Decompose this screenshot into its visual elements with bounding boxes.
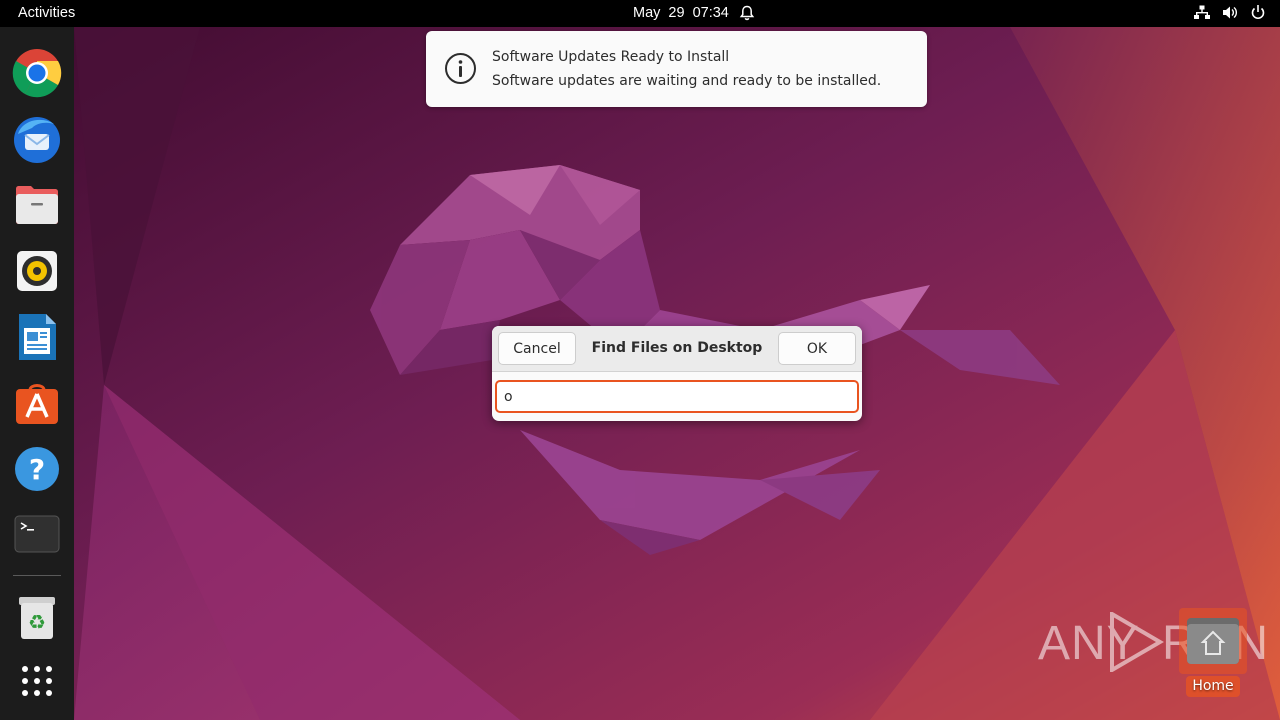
volume-icon bbox=[1223, 6, 1238, 19]
notification-banner[interactable]: Software Updates Ready to Install Softwa… bbox=[426, 31, 927, 107]
svg-text:?: ? bbox=[29, 453, 45, 486]
dock-ubuntu-software[interactable] bbox=[11, 377, 63, 429]
thunderbird-icon bbox=[14, 117, 60, 163]
dock-separator bbox=[13, 575, 61, 576]
system-tray[interactable] bbox=[1194, 4, 1266, 21]
ok-button[interactable]: OK bbox=[778, 332, 856, 365]
search-input[interactable] bbox=[495, 380, 859, 413]
dock-chrome[interactable] bbox=[11, 47, 63, 99]
cancel-button[interactable]: Cancel bbox=[498, 332, 576, 365]
dock-trash[interactable]: ♻ bbox=[11, 591, 63, 643]
ubuntu-software-icon bbox=[16, 384, 58, 424]
dock-terminal[interactable] bbox=[11, 509, 63, 561]
dock-thunderbird[interactable] bbox=[11, 113, 63, 165]
files-icon bbox=[16, 186, 58, 224]
home-folder-icon[interactable] bbox=[1179, 608, 1247, 674]
rhythmbox-icon bbox=[17, 251, 57, 291]
help-icon: ? bbox=[15, 447, 59, 491]
trash-icon: ♻ bbox=[19, 597, 55, 639]
home-folder-label[interactable]: Home bbox=[1186, 676, 1240, 697]
find-files-dialog: Cancel Find Files on Desktop OK bbox=[492, 326, 862, 421]
dock-show-apps[interactable] bbox=[11, 655, 63, 707]
clock[interactable]: May 29 07:34 bbox=[633, 5, 729, 21]
dock-files[interactable] bbox=[11, 179, 63, 231]
show-apps-icon bbox=[22, 666, 52, 696]
dialog-title: Find Files on Desktop bbox=[591, 340, 763, 356]
top-bar: Activities May 29 07:34 bbox=[0, 0, 1280, 27]
dock-rhythmbox[interactable] bbox=[11, 245, 63, 297]
info-icon bbox=[445, 53, 476, 84]
home-icon bbox=[1187, 618, 1239, 664]
power-icon bbox=[1251, 5, 1265, 20]
dialog-header: Cancel Find Files on Desktop OK bbox=[492, 326, 862, 372]
chrome-icon bbox=[12, 49, 62, 98]
libreoffice-writer-icon bbox=[19, 314, 56, 360]
play-icon bbox=[1110, 612, 1164, 672]
bell-icon bbox=[739, 5, 755, 21]
notification-body: Software updates are waiting and ready t… bbox=[492, 73, 882, 89]
dock: ? ♻ bbox=[0, 27, 74, 720]
notification-title: Software Updates Ready to Install bbox=[492, 49, 730, 65]
terminal-icon bbox=[14, 515, 60, 553]
dock-writer[interactable] bbox=[11, 311, 63, 363]
dock-help[interactable]: ? bbox=[11, 443, 63, 495]
activities-button[interactable]: Activities bbox=[18, 5, 75, 21]
network-icon bbox=[1194, 5, 1210, 19]
svg-text:♻: ♻ bbox=[28, 610, 46, 634]
